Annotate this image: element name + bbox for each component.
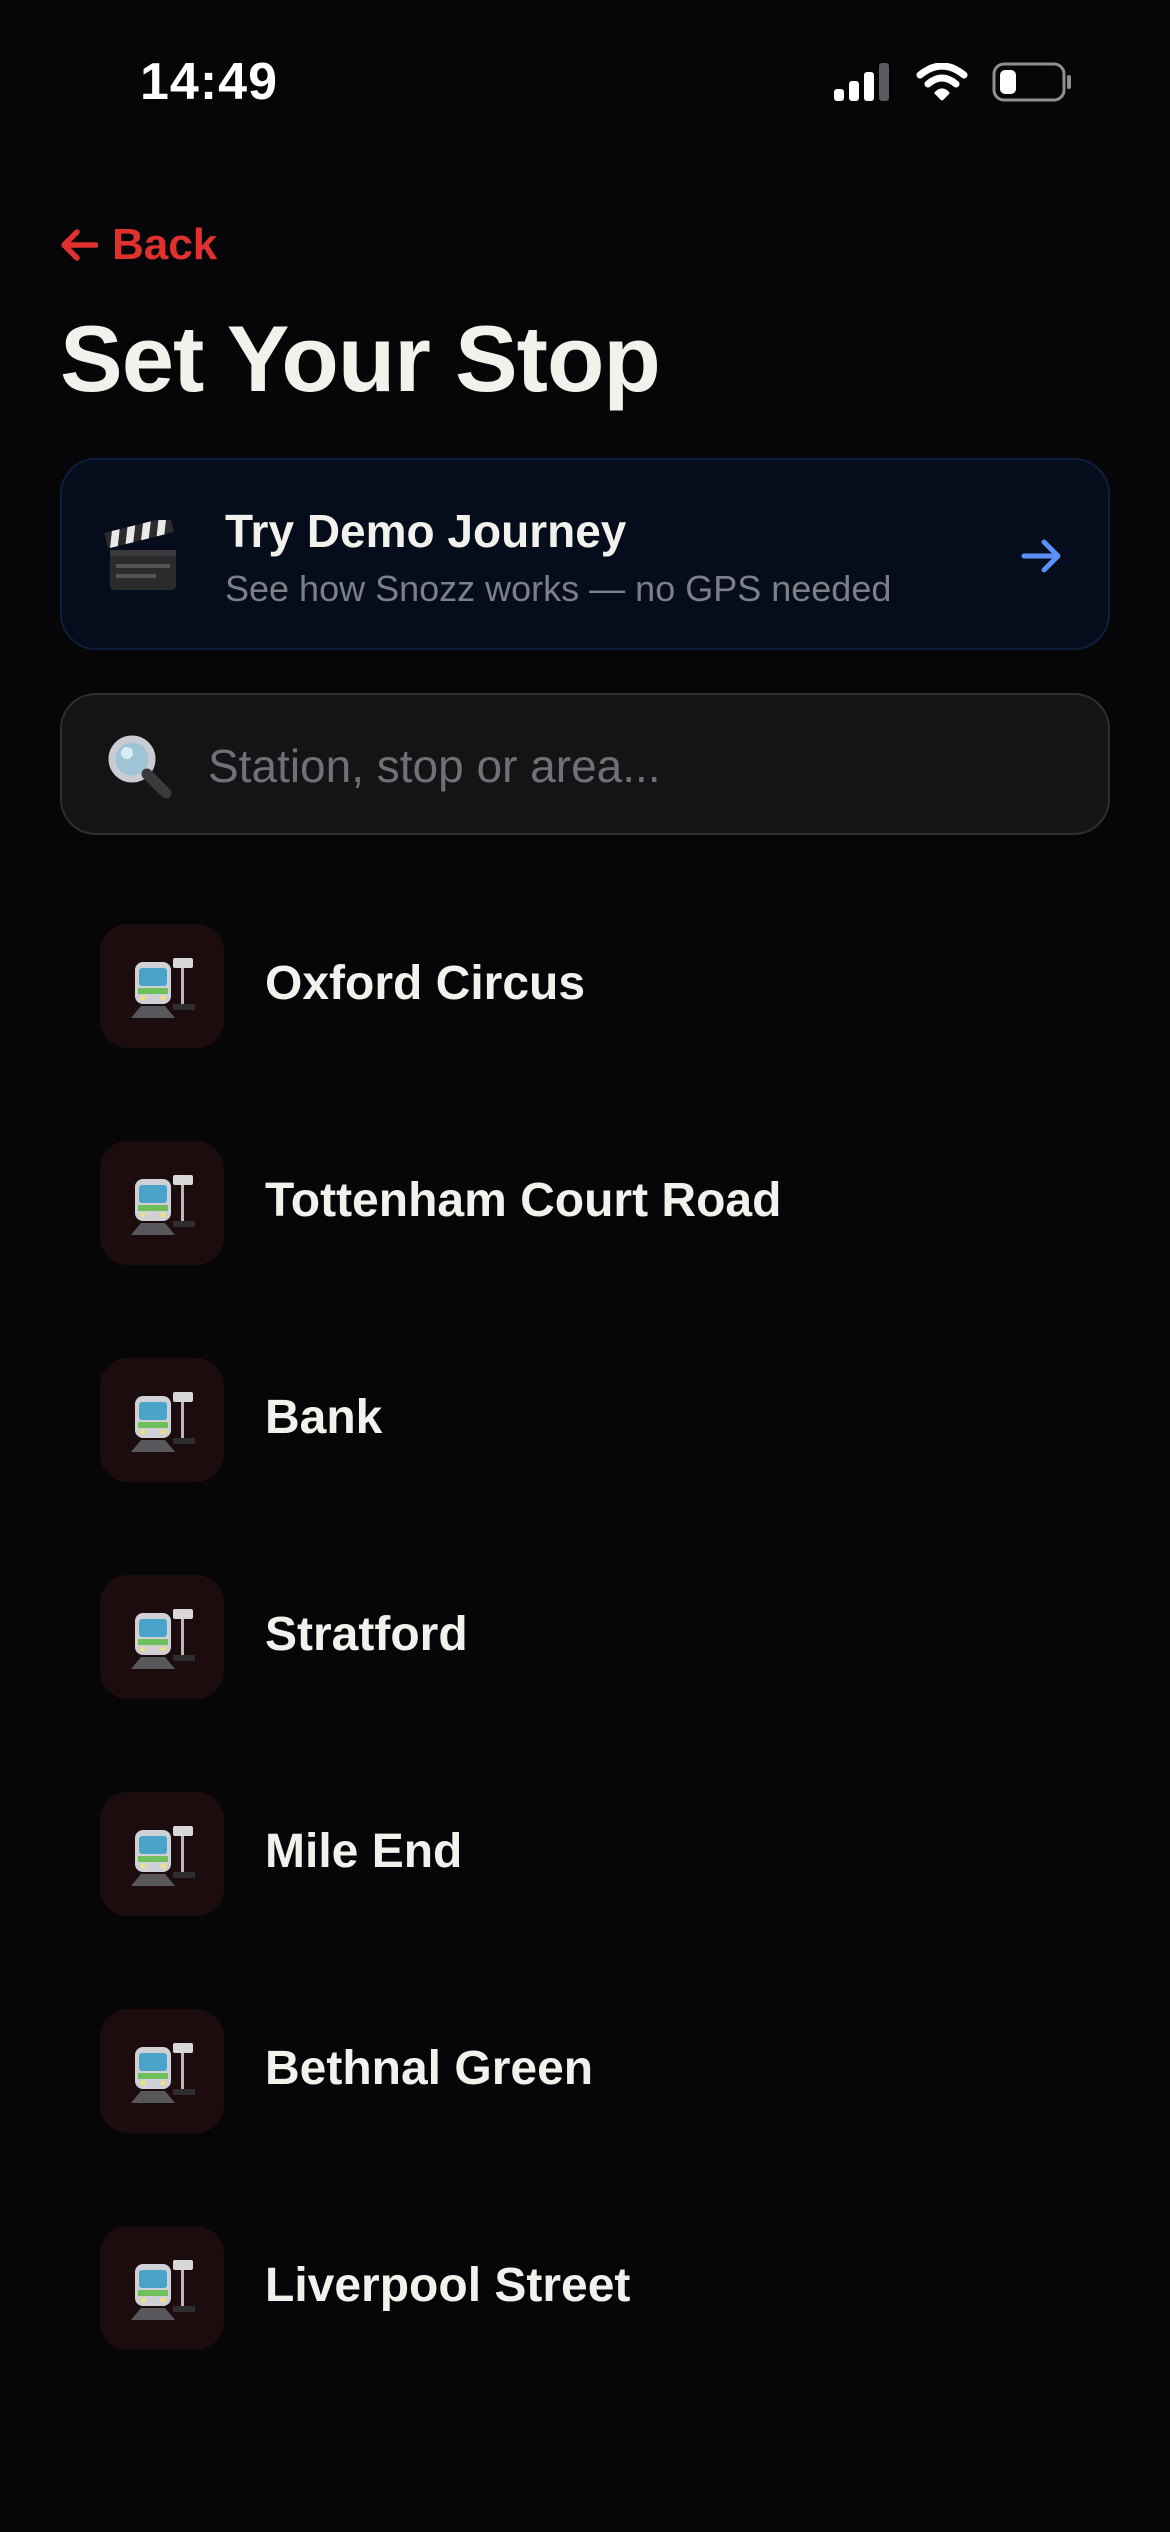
- tram-icon: [131, 1175, 195, 1235]
- stop-name: Tottenham Court Road: [265, 1174, 782, 1227]
- list-item[interactable]: Bethnal Green: [0, 1983, 1170, 2200]
- list-item[interactable]: Tottenham Court Road: [0, 1115, 1170, 1332]
- stop-icon-badge: [100, 924, 224, 1048]
- stop-icon-badge: [100, 1358, 224, 1482]
- stop-name: Liverpool Street: [265, 2259, 631, 2312]
- back-button[interactable]: Back: [60, 220, 217, 270]
- status-bar: 14:49: [0, 0, 1170, 175]
- demo-card-subtitle: See how Snozz works — no GPS needed: [225, 568, 892, 609]
- stop-name: Bank: [265, 1391, 383, 1444]
- cellular-signal-icon: [834, 63, 889, 101]
- clapper-board-icon: [104, 520, 176, 590]
- page-title: Set Your Stop: [60, 306, 661, 411]
- demo-journey-card[interactable]: Try Demo Journey See how Snozz works — n…: [60, 458, 1110, 650]
- tram-icon: [131, 1826, 195, 1886]
- stop-icon-badge: [100, 1575, 224, 1699]
- stop-icon-badge: [100, 1141, 224, 1265]
- search-box[interactable]: [60, 693, 1110, 835]
- stop-name: Oxford Circus: [265, 957, 586, 1010]
- tram-icon: [131, 958, 195, 1018]
- tram-icon: [131, 2043, 195, 2103]
- stop-icon-badge: [100, 2009, 224, 2133]
- stop-list: Oxford Circus Tottenham Court Road Bank …: [0, 898, 1170, 2417]
- stop-name: Mile End: [265, 1825, 463, 1878]
- search-input[interactable]: [206, 715, 1070, 817]
- stop-name: Stratford: [265, 1608, 468, 1661]
- status-time: 14:49: [140, 53, 278, 111]
- stop-icon-badge: [100, 2226, 224, 2350]
- list-item[interactable]: Stratford: [0, 1549, 1170, 1766]
- arrow-left-icon: [61, 229, 98, 261]
- stop-name: Bethnal Green: [265, 2042, 594, 2095]
- tram-icon: [131, 2260, 195, 2320]
- demo-card-title: Try Demo Journey: [225, 505, 627, 557]
- tram-icon: [131, 1392, 195, 1452]
- tram-icon: [131, 1609, 195, 1669]
- magnifying-glass-icon: [108, 735, 172, 799]
- list-item[interactable]: Bank: [0, 1332, 1170, 1549]
- wifi-icon: [916, 63, 968, 101]
- stop-icon-badge: [100, 1792, 224, 1916]
- back-label: Back: [112, 220, 218, 269]
- list-item[interactable]: Mile End: [0, 1766, 1170, 1983]
- arrow-right-icon: [1021, 539, 1061, 573]
- list-item[interactable]: Oxford Circus: [0, 898, 1170, 1115]
- list-item[interactable]: Liverpool Street: [0, 2200, 1170, 2417]
- status-icons: [834, 62, 1072, 102]
- battery-icon: [992, 62, 1071, 102]
